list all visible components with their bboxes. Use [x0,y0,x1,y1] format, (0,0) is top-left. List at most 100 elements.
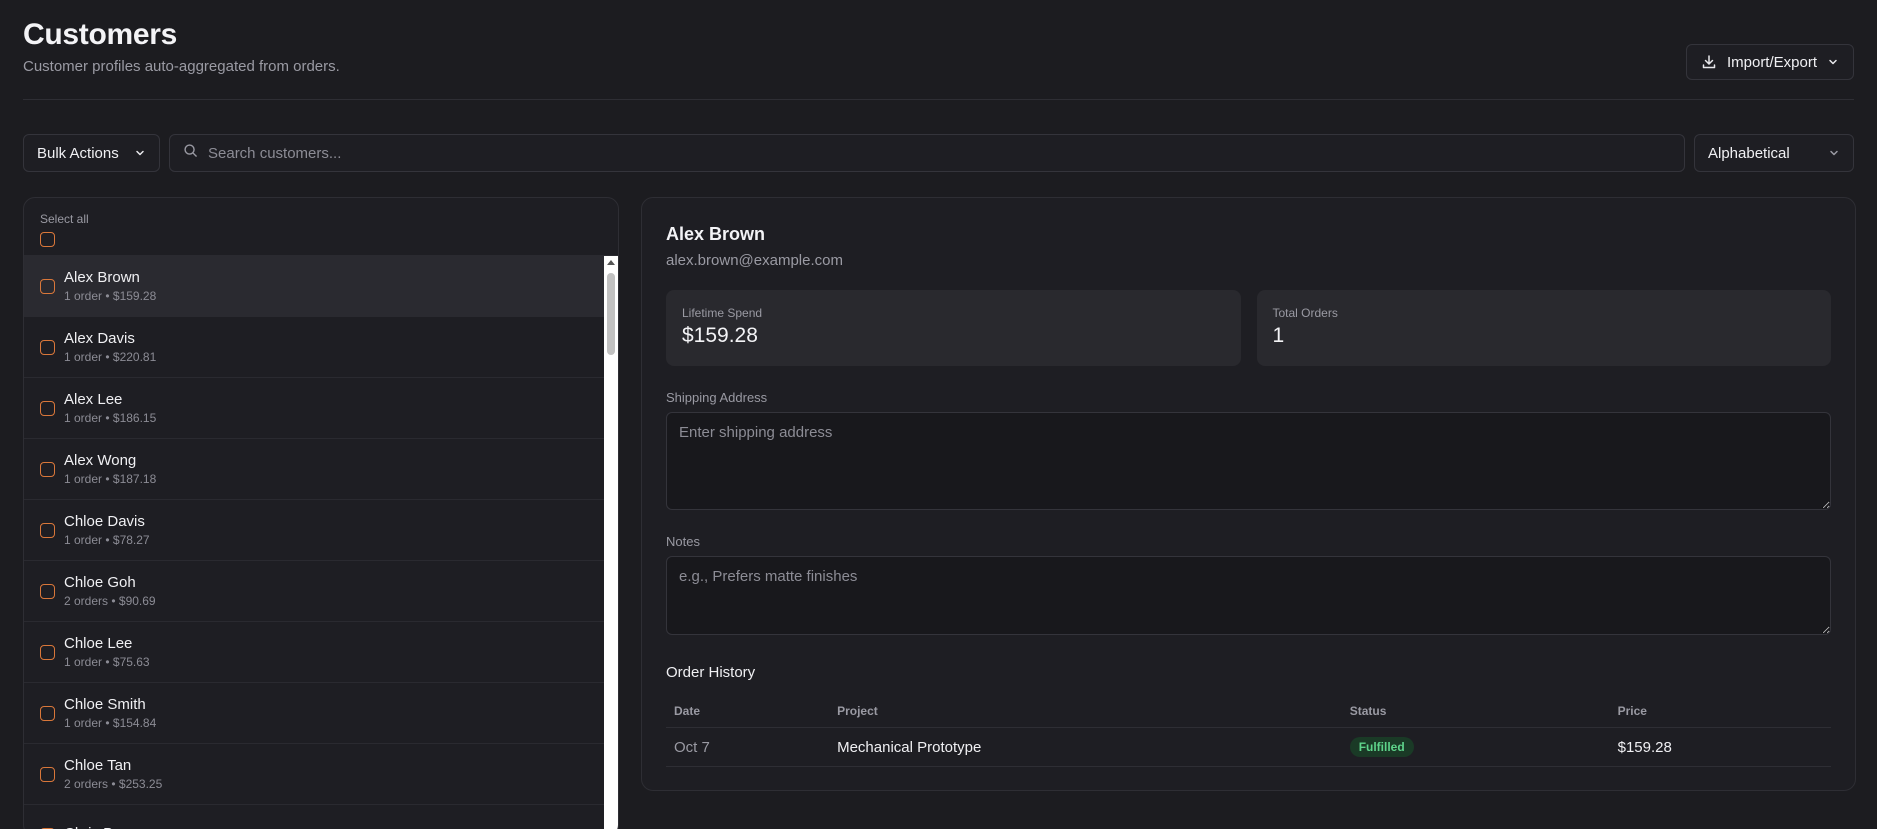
customer-text: Chris Brown [64,825,146,829]
customer-text: Chloe Tan 2 orders • $253.25 [64,757,162,791]
list-item[interactable]: Chris Brown [24,805,604,829]
customer-detail-panel: Alex Brown alex.brown@example.com Lifeti… [641,197,1856,791]
list-item[interactable]: Alex Lee 1 order • $186.15 [24,378,604,439]
select-all-label: Select all [40,212,89,226]
shipping-address-label: Shipping Address [666,390,768,405]
lifetime-spend-card: Lifetime Spend $159.28 [666,290,1241,366]
customer-list-name: Chloe Davis [64,513,145,530]
customer-list-meta: 1 order • $154.84 [64,716,157,730]
order-history-title: Order History [666,664,756,681]
lifetime-spend-value: $159.28 [682,324,758,347]
status-badge: Fulfilled [1349,737,1414,757]
customer-list-name: Alex Davis [64,330,135,347]
customer-name: Alex Brown [666,224,766,244]
customer-checkbox[interactable] [40,278,55,294]
customer-text: Alex Brown 1 order • $159.28 [64,269,156,303]
column-header-date: Date [666,695,830,728]
list-item[interactable]: Alex Wong 1 order • $187.18 [24,439,604,500]
notes-field[interactable] [666,556,1831,635]
list-item[interactable]: Chloe Smith 1 order • $154.84 [24,683,604,744]
customer-checkbox[interactable] [40,766,55,782]
chevron-down-icon [134,147,146,159]
page-subtitle: Customer profiles auto-aggregated from o… [23,58,340,75]
customer-list-meta: 1 order • $78.27 [64,533,150,547]
lifetime-spend-label: Lifetime Spend [682,306,763,320]
list-scrollbar[interactable] [604,256,618,829]
customer-checkbox[interactable] [40,583,55,599]
order-date: Oct 7 [666,727,830,767]
customer-list-meta: 2 orders • $253.25 [64,777,163,791]
customer-text: Alex Wong 1 order • $187.18 [64,452,156,486]
order-price: $159.28 [1609,727,1831,767]
customer-checkbox[interactable] [40,400,55,416]
customer-text: Alex Lee 1 order • $186.15 [64,391,156,425]
total-orders-label: Total Orders [1272,306,1338,320]
order-history-table: Date Project Status Price Oct 7 Mechanic… [666,695,1831,767]
customer-list-meta: 2 orders • $90.69 [64,594,156,608]
customer-text: Chloe Davis 1 order • $78.27 [64,513,150,547]
customer-checkbox[interactable] [40,461,55,477]
customer-list-name: Alex Lee [64,391,123,408]
column-header-project: Project [829,695,1342,728]
order-history-header-row: Date Project Status Price [666,695,1831,728]
bulk-actions-label: Bulk Actions [37,144,119,162]
customer-list-name: Alex Wong [64,452,137,469]
page-title: Customers [23,18,178,51]
customer-checkbox[interactable] [40,522,55,538]
list-item[interactable]: Chloe Davis 1 order • $78.27 [24,500,604,561]
customer-checkbox[interactable] [40,705,55,721]
list-item[interactable]: Alex Davis 1 order • $220.81 [24,317,604,378]
list-item[interactable]: Chloe Goh 2 orders • $90.69 [24,561,604,622]
sort-select[interactable]: Alphabetical [1694,134,1854,172]
table-row: Oct 7 Mechanical Prototype Fulfilled $15… [666,727,1831,767]
total-orders-value: 1 [1272,324,1285,347]
customer-checkbox[interactable] [40,644,55,660]
search-icon [183,143,198,163]
customer-text: Chloe Goh 2 orders • $90.69 [64,574,156,608]
sort-select-value: Alphabetical [1708,144,1790,162]
select-all-checkbox[interactable] [40,232,55,247]
scroll-thumb[interactable] [607,273,615,355]
select-all-row: Select all [24,198,618,256]
import-export-label: Import/Export [1726,53,1817,71]
order-project: Mechanical Prototype [829,727,1342,767]
customer-list-meta: 1 order • $75.63 [64,655,150,669]
search-input[interactable] [208,144,1671,162]
page-header: Customers Customer profiles auto-aggrega… [23,18,1854,100]
customer-list-name: Chloe Smith [64,696,146,713]
customer-checkbox[interactable] [40,339,55,355]
chevron-down-icon [1828,147,1840,159]
customer-text: Chloe Smith 1 order • $154.84 [64,696,156,730]
column-header-price: Price [1609,695,1831,728]
customer-list-meta: 1 order • $187.18 [64,472,157,486]
customer-list-meta: 1 order • $159.28 [64,289,157,303]
toolbar: Bulk Actions Alphabetical [23,134,1854,172]
shipping-address-field[interactable] [666,412,1831,510]
customer-list-name: Chloe Goh [64,574,136,591]
column-header-status: Status [1341,695,1610,728]
scroll-up-icon[interactable] [607,260,615,265]
customer-list-panel: Select all Alex Brown 1 order • $159.28 Al… [23,197,619,829]
customer-text: Alex Davis 1 order • $220.81 [64,330,156,364]
customer-list-name: Chris Brown [64,825,146,829]
customer-list-name: Alex Brown [64,269,140,286]
list-item[interactable]: Chloe Lee 1 order • $75.63 [24,622,604,683]
bulk-actions-button[interactable]: Bulk Actions [23,134,160,172]
customer-list: Alex Brown 1 order • $159.28 Alex Davis 1 o… [24,256,604,829]
chevron-down-icon [1827,56,1839,68]
search-box [169,134,1685,172]
customer-list-meta: 1 order • $220.81 [64,350,157,364]
notes-label: Notes [666,534,700,549]
order-status-cell: Fulfilled [1341,727,1610,767]
download-icon [1701,54,1717,70]
customer-list-name: Chloe Lee [64,635,133,652]
import-export-button[interactable]: Import/Export [1685,44,1854,80]
list-item[interactable]: Chloe Tan 2 orders • $253.25 [24,744,604,805]
customer-email: alex.brown@example.com [666,252,843,269]
customer-list-meta: 1 order • $186.15 [64,411,157,425]
stats-row: Lifetime Spend $159.28 Total Orders 1 [666,290,1831,366]
total-orders-card: Total Orders 1 [1256,290,1831,366]
customer-text: Chloe Lee 1 order • $75.63 [64,635,150,669]
customer-list-name: Chloe Tan [64,757,132,774]
list-item[interactable]: Alex Brown 1 order • $159.28 [24,256,604,317]
